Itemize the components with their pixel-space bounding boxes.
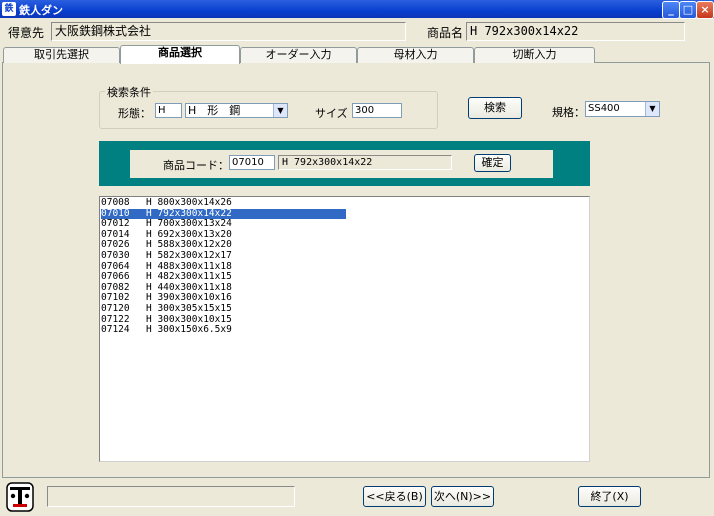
list-item-name: H 800x300x14x26	[146, 197, 232, 208]
chevron-down-icon[interactable]: ▼	[645, 102, 659, 116]
search-button[interactable]: 検索	[468, 97, 522, 119]
tab-order-input[interactable]: オーダー入力	[240, 47, 357, 63]
list-item[interactable]: 07008 H 800x300x14x26	[101, 197, 346, 209]
search-condition-title: 検索条件	[105, 84, 153, 100]
tetsujin-logo-icon	[4, 482, 36, 512]
status-field	[47, 486, 295, 507]
title-bar: 鉄 鉄人ダン _ □ ×	[0, 0, 714, 19]
product-code-name-field: H 792x300x14x22	[278, 155, 452, 170]
product-name-label: 商品名	[427, 26, 464, 40]
product-code-label: 商品コード：	[163, 159, 229, 172]
app-icon: 鉄	[2, 2, 16, 16]
customer-field: 大阪鉄鋼株式会社	[51, 22, 406, 41]
list-item[interactable]: 07120 H 300x305x15x15	[101, 303, 346, 315]
spec-label: 規格：	[552, 106, 585, 119]
close-button[interactable]: ×	[696, 1, 714, 19]
window-title: 鉄人ダン	[19, 4, 63, 17]
tab-product-select[interactable]: 商品選択	[120, 45, 240, 64]
product-list[interactable]: 07008 H 800x300x14x26 07010 H 792x300x14x22…	[99, 196, 590, 462]
confirm-button[interactable]: 確定	[474, 154, 511, 172]
list-item-code: 07030	[101, 250, 130, 261]
tab-base-material-input[interactable]: 母材入力	[357, 47, 474, 63]
chevron-down-icon[interactable]: ▼	[273, 104, 287, 117]
spec-select-value: SS400	[588, 103, 620, 114]
shape-select[interactable]: H 形 鋼 ▼	[185, 103, 288, 118]
tab-cutting-input[interactable]: 切断入力	[474, 47, 595, 63]
list-item-name: H 300x150x6.5x9	[146, 324, 232, 336]
back-button[interactable]: <<戻る(B)	[363, 486, 426, 507]
list-item[interactable]: 07124 H 300x150x6.5x9	[101, 325, 346, 336]
exit-button[interactable]: 終了(X)	[578, 486, 641, 507]
list-item-code: 07008	[101, 197, 130, 208]
product-code-input[interactable]: 07010	[229, 155, 275, 170]
shape-code-input[interactable]: H	[155, 103, 182, 118]
maximize-button[interactable]: □	[679, 1, 697, 19]
shape-select-value: H 形 鋼	[188, 104, 241, 117]
spec-select[interactable]: SS400 ▼	[585, 101, 660, 117]
size-label: サイズ	[315, 107, 348, 120]
tab-customer-select[interactable]: 取引先選択	[3, 47, 120, 63]
list-item-name: H 582x300x12x17	[146, 250, 232, 261]
product-name-field: H 792x300x14x22	[466, 22, 685, 41]
minimize-button[interactable]: _	[662, 1, 680, 19]
list-item-code: 07120	[101, 303, 130, 314]
list-item-code: 07124	[101, 324, 130, 336]
size-input[interactable]: 300	[352, 103, 402, 118]
list-item-name: H 300x305x15x15	[146, 303, 232, 314]
customer-label: 得意先	[8, 26, 45, 40]
list-item[interactable]: 07030 H 582x300x12x17	[101, 250, 346, 262]
next-button[interactable]: 次へ(N)>>	[431, 486, 494, 507]
shape-label: 形態：	[118, 107, 151, 120]
